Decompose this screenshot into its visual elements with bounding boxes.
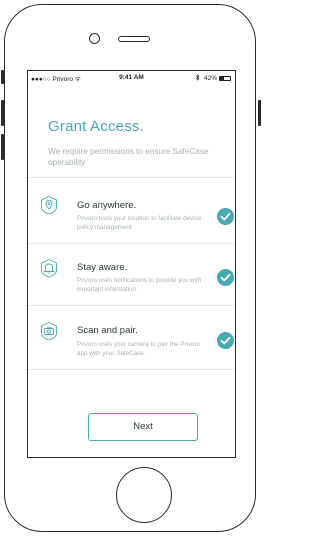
- front-camera: [89, 33, 100, 44]
- volume-up-button: [1, 100, 4, 126]
- page-subtitle: We require permissions to ensure SafeCas…: [48, 147, 209, 167]
- permission-title: Stay aware.: [77, 262, 128, 273]
- bluetooth-icon: [195, 74, 204, 82]
- next-button[interactable]: Next: [88, 413, 198, 441]
- page-title: Grant Access.: [48, 118, 144, 135]
- permission-description: Privoro uses your location to facilitate…: [77, 215, 202, 231]
- checkmark-icon[interactable]: [217, 208, 234, 225]
- battery-icon: [219, 76, 231, 81]
- home-button[interactable]: [116, 467, 172, 523]
- status-bar: ●●●○○ Privoro ᯤ 9:41 AM 42%: [28, 71, 235, 85]
- checkmark-icon[interactable]: [217, 332, 234, 349]
- camera-icon: [39, 321, 59, 341]
- power-button: [258, 100, 261, 126]
- divider: [28, 243, 235, 244]
- permission-description: Privoro uses notifications to provide yo…: [77, 277, 202, 293]
- location-pin-icon: [39, 195, 59, 215]
- earpiece-speaker: [118, 36, 150, 42]
- mute-switch: [1, 70, 4, 84]
- permission-title: Scan and pair.: [77, 325, 138, 336]
- permission-description: Privoro uses your camera to pair the Pri…: [77, 341, 201, 357]
- divider: [28, 177, 235, 178]
- app-screen: ●●●○○ Privoro ᯤ 9:41 AM 42% Grant Access…: [27, 70, 236, 458]
- battery-fill: [220, 77, 225, 80]
- status-right: 42%: [195, 74, 231, 82]
- volume-down-button: [1, 134, 4, 160]
- bell-icon: [39, 258, 59, 278]
- permission-title: Go anywhere.: [77, 200, 137, 211]
- divider: [28, 369, 235, 370]
- checkmark-icon[interactable]: [217, 269, 234, 286]
- battery-percent: 42%: [203, 75, 217, 82]
- divider: [28, 305, 235, 306]
